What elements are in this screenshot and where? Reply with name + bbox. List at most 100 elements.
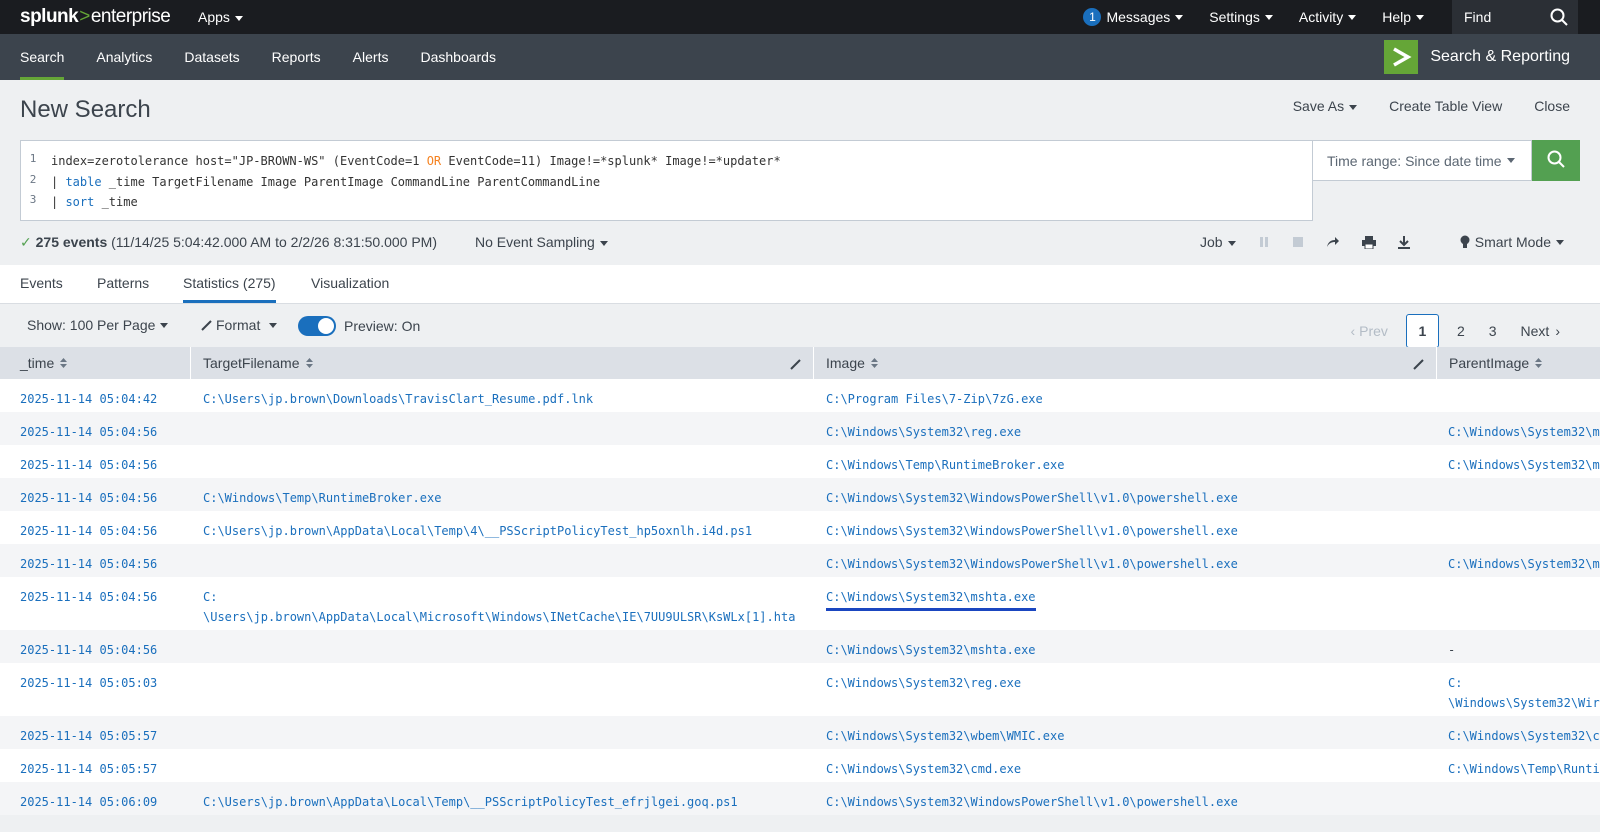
run-search-button[interactable]	[1532, 140, 1580, 181]
find-input[interactable]: Find	[1452, 0, 1578, 34]
cell-image[interactable]: C:\Windows\System32\mshta.exe	[826, 587, 1036, 611]
cell-time[interactable]: 2025-11-14 05:06:09	[20, 792, 157, 812]
page-3-button[interactable]: 3	[1477, 314, 1509, 348]
app-brand[interactable]: Search & Reporting	[1384, 40, 1570, 74]
cell-image[interactable]: C:\Windows\System32\cmd.exe	[826, 759, 1021, 779]
save-as-button[interactable]: Save As	[1293, 98, 1358, 114]
edit-column-pencil-icon[interactable]	[790, 357, 801, 373]
query-text[interactable]: index=zerotolerance host="JP-BROWN-WS" (…	[51, 151, 781, 213]
cell-image[interactable]: C:\Windows\System32\reg.exe	[826, 422, 1021, 442]
edit-column-pencil-icon[interactable]	[1413, 357, 1424, 373]
search-icon[interactable]	[1550, 8, 1568, 29]
sort-icon[interactable]	[305, 358, 313, 368]
cell-parentimage[interactable]: -	[1448, 640, 1455, 660]
cell-targetfilename[interactable]: C: \Users\jp.brown\AppData\Local\Microso…	[203, 587, 795, 627]
cell-time[interactable]: 2025-11-14 05:04:56	[20, 455, 157, 475]
event-sampling-menu[interactable]: No Event Sampling	[475, 234, 608, 250]
next-page-button[interactable]: Next ›	[1509, 314, 1572, 348]
app-tab-analytics[interactable]: Analytics	[80, 34, 168, 80]
app-tab-alerts[interactable]: Alerts	[337, 34, 405, 80]
cell-image[interactable]: C:\Windows\System32\WindowsPowerShell\v1…	[826, 554, 1238, 574]
cell-parentimage[interactable]: C:\Windows\System32\c	[1448, 726, 1600, 746]
prev-page-button[interactable]: ‹ Prev	[1338, 314, 1399, 348]
page-2-button[interactable]: 2	[1445, 314, 1477, 348]
preview-label: Preview: On	[344, 318, 421, 334]
cell-image[interactable]: C:\Program Files\7-Zip\7zG.exe	[826, 389, 1043, 409]
preview-toggle[interactable]: Preview: On	[298, 316, 420, 336]
format-menu[interactable]: Format	[201, 317, 278, 333]
cell-targetfilename[interactable]: C:\Users\jp.brown\AppData\Local\Temp\4\_…	[203, 521, 752, 541]
column-header-parentimage[interactable]: ParentImage	[1437, 347, 1600, 379]
app-bar: Search Analytics Datasets Reports Alerts…	[0, 34, 1600, 80]
cell-targetfilename[interactable]: C:\Users\jp.brown\AppData\Local\Temp\__P…	[203, 792, 738, 812]
app-tab-dashboards[interactable]: Dashboards	[404, 34, 512, 80]
cell-time[interactable]: 2025-11-14 05:05:03	[20, 673, 157, 693]
cell-time[interactable]: 2025-11-14 05:04:56	[20, 587, 157, 607]
job-label: Job	[1200, 234, 1223, 250]
cell-image[interactable]: C:\Windows\System32\mshta.exe	[826, 640, 1036, 660]
close-button[interactable]: Close	[1534, 98, 1570, 114]
cell-targetfilename[interactable]: C:\Windows\Temp\RuntimeBroker.exe	[203, 488, 441, 508]
cell-parentimage[interactable]: C:\Windows\System32\m	[1448, 422, 1600, 442]
pause-icon[interactable]	[1258, 236, 1270, 248]
sort-icon[interactable]	[1535, 358, 1543, 368]
cell-image[interactable]: C:\Windows\System32\WindowsPowerShell\v1…	[826, 521, 1238, 541]
sort-icon[interactable]	[870, 358, 878, 368]
cell-time[interactable]: 2025-11-14 05:04:56	[20, 521, 157, 541]
cell-time[interactable]: 2025-11-14 05:04:42	[20, 389, 157, 409]
cell-time[interactable]: 2025-11-14 05:04:56	[20, 488, 157, 508]
cell-parentimage[interactable]: C:\Windows\System32\m	[1448, 455, 1600, 475]
cell-image[interactable]: C:\Windows\System32\reg.exe	[826, 673, 1021, 693]
tab-events[interactable]: Events	[20, 275, 63, 291]
column-header-time[interactable]: _time	[0, 347, 191, 379]
page-size-select[interactable]: Show: 100 Per Page	[27, 317, 169, 333]
top-nav: 1 Messages Settings Activity Help	[1057, 0, 1424, 34]
cell-parentimage[interactable]: C: \Windows\System32\Wir	[1448, 673, 1600, 713]
cell-targetfilename[interactable]: C:\Users\jp.brown\Downloads\TravisClart_…	[203, 389, 593, 409]
cell-image[interactable]: C:\Windows\System32\WindowsPowerShell\v1…	[826, 488, 1238, 508]
splunk-logo[interactable]: splunk > enterprise	[20, 6, 171, 28]
cell-image[interactable]: C:\Windows\System32\WindowsPowerShell\v1…	[826, 792, 1238, 812]
search-mode-menu[interactable]: Smart Mode	[1460, 234, 1564, 250]
page-1-button[interactable]: 1	[1405, 314, 1439, 348]
tab-visualization[interactable]: Visualization	[311, 275, 389, 291]
app-tab-reports[interactable]: Reports	[256, 34, 337, 80]
cell-image[interactable]: C:\Windows\Temp\RuntimeBroker.exe	[826, 455, 1064, 475]
preview-switch[interactable]	[298, 316, 336, 336]
tab-statistics[interactable]: Statistics (275)	[183, 275, 276, 303]
cell-time[interactable]: 2025-11-14 05:04:56	[20, 554, 157, 574]
event-sampling-label: No Event Sampling	[475, 234, 595, 250]
print-icon[interactable]	[1361, 235, 1376, 249]
cell-time[interactable]: 2025-11-14 05:04:56	[20, 640, 157, 660]
help-label: Help	[1382, 9, 1411, 25]
cell-time[interactable]: 2025-11-14 05:05:57	[20, 726, 157, 746]
chevron-down-icon	[1506, 158, 1515, 163]
cell-parentimage[interactable]: C:\Windows\System32\m	[1448, 554, 1600, 574]
create-table-view-button[interactable]: Create Table View	[1389, 98, 1502, 114]
table-row: 2025-11-14 05:04:56 C: \Users\jp.brown\A…	[0, 577, 1600, 630]
app-tab-search[interactable]: Search	[0, 34, 80, 80]
cell-image[interactable]: C:\Windows\System32\wbem\WMIC.exe	[826, 726, 1064, 746]
apps-menu[interactable]: Apps	[198, 9, 243, 25]
search-query-editor[interactable]: 1 2 3 index=zerotolerance host="JP-BROWN…	[20, 140, 1313, 221]
settings-menu[interactable]: Settings	[1209, 9, 1273, 25]
job-menu[interactable]: Job	[1200, 234, 1236, 250]
help-menu[interactable]: Help	[1382, 9, 1424, 25]
messages-menu[interactable]: 1 Messages	[1083, 8, 1184, 26]
export-icon[interactable]	[1397, 235, 1410, 249]
sort-icon[interactable]	[60, 358, 68, 368]
stop-icon[interactable]	[1292, 236, 1304, 248]
cell-time[interactable]: 2025-11-14 05:05:57	[20, 759, 157, 779]
pagination: ‹ Prev 1 2 3 Next ›	[1338, 314, 1572, 348]
cell-time[interactable]: 2025-11-14 05:04:56	[20, 422, 157, 442]
share-icon[interactable]	[1326, 236, 1340, 248]
time-range-picker[interactable]: Time range: Since date time	[1313, 140, 1532, 181]
activity-menu[interactable]: Activity	[1299, 9, 1357, 25]
column-header-targetfilename[interactable]: TargetFilename	[191, 347, 814, 379]
table-row: 2025-11-14 05:05:57 C:\Windows\System32\…	[0, 749, 1600, 782]
app-tab-datasets[interactable]: Datasets	[168, 34, 255, 80]
tab-patterns[interactable]: Patterns	[97, 275, 149, 291]
column-header-image[interactable]: Image	[814, 347, 1437, 379]
query-pipe: |	[51, 174, 66, 189]
cell-parentimage[interactable]: C:\Windows\Temp\Runti	[1448, 759, 1600, 779]
